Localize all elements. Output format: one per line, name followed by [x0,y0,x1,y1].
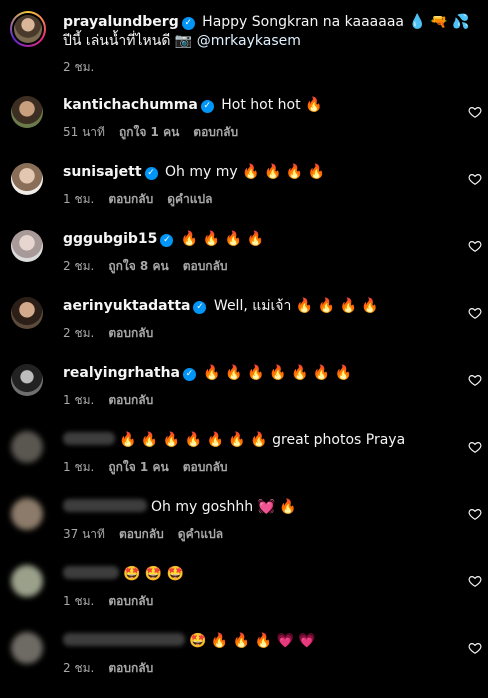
like-heart-icon[interactable] [468,440,482,454]
comment-row: 🤩 🤩 🤩 1 ชม. ตอบกลับ [0,565,488,631]
comment-time: 1 ชม. [63,192,95,206]
comment-text: 🔥 🔥 🔥 🔥 🔥 🔥 🔥 great photos Praya [119,432,406,448]
commenter-username[interactable]: gggubgib15 [63,231,157,247]
caption-mention[interactable]: @mrkaykasem [197,33,301,49]
reply-button[interactable]: ตอบกลับ [108,594,153,608]
comment-text: 🤩 🔥 🔥 🔥 💗 💗 [189,633,316,649]
see-translation-button[interactable]: ดูคำแปล [167,192,212,206]
comment-text: Well, แม่เจ้า 🔥 🔥 🔥 🔥 [209,298,379,314]
like-heart-icon[interactable] [468,574,482,588]
verified-badge-icon: ✓ [200,100,214,113]
reply-button[interactable]: ตอบกลับ [193,125,238,139]
reply-button[interactable]: ตอบกลับ [183,460,228,474]
reply-button[interactable]: ตอบกลับ [108,393,153,407]
comment-row: 🤩 🔥 🔥 🔥 💗 💗 2 ชม. ตอบกลับ [0,632,488,698]
like-heart-icon[interactable] [468,105,482,119]
commenter-avatar[interactable] [11,498,43,530]
caption-text: prayalundberg ✓ Happy Songkran na kaaaaaa… [63,13,473,51]
comment-body: gggubgib15 ✓ 🔥 🔥 🔥 🔥 [63,230,453,249]
like-heart-icon[interactable] [468,373,482,387]
caption-username[interactable]: prayalundberg [63,14,179,30]
commenter-avatar[interactable] [11,163,43,195]
commenter-avatar[interactable] [11,364,43,396]
comment-row: Oh my goshhh 💓 🔥 37 นาที ตอบกลับ ดูคำแปล [0,498,488,564]
comment-row: gggubgib15 ✓ 🔥 🔥 🔥 🔥 2 ชม. ถูกใจ 8 คน ตอบกลั… [0,230,488,296]
comment-time: 2 ชม. [63,326,95,340]
reply-button[interactable]: ตอบกลับ [108,192,153,206]
verified-badge-icon: ✓ [182,368,196,381]
reply-button[interactable]: ตอบกลับ [108,326,153,340]
comment-like-count[interactable]: ถูกใจ 1 คน [108,460,168,474]
like-heart-icon[interactable] [468,507,482,521]
comment-body: sunisajett ✓ Oh my my 🔥 🔥 🔥 🔥 [63,163,453,182]
commenter-username-blurred[interactable] [63,566,119,579]
commenter-username[interactable]: aerinyuktadatta [63,298,190,314]
commenter-username[interactable]: kantichachumma [63,97,198,113]
comment-text: 🔥 🔥 🔥 🔥 [176,231,264,247]
like-heart-icon[interactable] [468,172,482,186]
verified-badge-icon: ✓ [144,167,158,180]
comment-meta: 51 นาที ถูกใจ 1 คน ตอบกลับ [63,123,252,142]
comment-row: sunisajett ✓ Oh my my 🔥 🔥 🔥 🔥 1 ชม. ตอบกลับ… [0,163,488,229]
reply-button[interactable]: ตอบกลับ [183,259,228,273]
comment-row: kantichachumma ✓ Hot hot hot 🔥 51 นาที ถูกใ… [0,96,488,162]
commenter-username[interactable]: sunisajett [63,164,142,180]
caption-time: 2 ชม. [63,60,95,74]
comment-text: 🔥 🔥 🔥 🔥 🔥 🔥 🔥 [198,365,353,381]
comment-time: 1 ชม. [63,460,95,474]
comment-body: 🤩 🔥 🔥 🔥 💗 💗 [63,632,453,651]
verified-badge-icon: ✓ [160,234,174,247]
like-heart-icon[interactable] [468,641,482,655]
author-avatar[interactable] [10,11,46,47]
commenter-username-blurred[interactable] [63,633,185,646]
comment-text: Oh my my 🔥 🔥 🔥 🔥 [160,164,326,180]
comment-time: 1 ชม. [63,594,95,608]
comment-time: 1 ชม. [63,393,95,407]
comment-meta: 1 ชม. ตอบกลับ ดูคำแปล [63,190,226,209]
comment-body: 🤩 🤩 🤩 [63,565,453,584]
comment-body: Oh my goshhh 💓 🔥 [63,498,453,517]
comment-time: 37 นาที [63,527,105,541]
see-translation-button[interactable]: ดูคำแปล [178,527,223,541]
comment-body: realyingrhatha ✓ 🔥 🔥 🔥 🔥 🔥 🔥 🔥 [63,364,453,383]
post-caption: prayalundberg ✓ Happy Songkran na kaaaaaa… [0,0,488,88]
comment-text: Oh my goshhh 💓 🔥 [151,499,297,515]
like-heart-icon[interactable] [468,306,482,320]
comment-text: Hot hot hot 🔥 [216,97,323,113]
comment-text: 🤩 🤩 🤩 [123,566,185,582]
comment-meta: 2 ชม. ถูกใจ 8 คน ตอบกลับ [63,257,242,276]
commenter-avatar[interactable] [11,230,43,262]
commenter-username[interactable]: realyingrhatha [63,365,180,381]
reply-button[interactable]: ตอบกลับ [108,661,153,675]
comment-body: 🔥 🔥 🔥 🔥 🔥 🔥 🔥 great photos Praya [63,431,453,450]
comment-row: realyingrhatha ✓ 🔥 🔥 🔥 🔥 🔥 🔥 🔥 1 ชม. ตอบกลั… [0,364,488,430]
comment-like-count[interactable]: ถูกใจ 1 คน [119,125,179,139]
comment-meta: 2 ชม. ตอบกลับ [63,324,167,343]
reply-button[interactable]: ตอบกลับ [119,527,164,541]
comment-meta: 2 ชม. ตอบกลับ [63,659,167,678]
commenter-avatar[interactable] [11,297,43,329]
commenter-username-blurred[interactable] [63,432,115,445]
comment-body: aerinyuktadatta ✓ Well, แม่เจ้า 🔥 🔥 🔥 🔥 [63,297,453,316]
comment-time: 51 นาที [63,125,105,139]
comment-meta: 1 ชม. ตอบกลับ [63,592,167,611]
like-heart-icon[interactable] [468,239,482,253]
comment-meta: 37 นาที ตอบกลับ ดูคำแปล [63,525,237,544]
commenter-avatar[interactable] [11,565,43,597]
comment-meta: 1 ชม. ตอบกลับ [63,391,167,410]
comment-like-count[interactable]: ถูกใจ 8 คน [108,259,168,273]
comment-time: 2 ชม. [63,259,95,273]
comment-row: 🔥 🔥 🔥 🔥 🔥 🔥 🔥 great photos Praya 1 ชม. ถูก… [0,431,488,497]
commenter-username-blurred[interactable] [63,499,147,512]
verified-badge-icon: ✓ [193,301,207,314]
verified-badge-icon: ✓ [181,17,195,30]
commenter-avatar[interactable] [11,96,43,128]
comment-meta: 1 ชม. ถูกใจ 1 คน ตอบกลับ [63,458,242,477]
commenter-avatar[interactable] [11,431,43,463]
commenter-avatar[interactable] [11,632,43,664]
comment-row: aerinyuktadatta ✓ Well, แม่เจ้า 🔥 🔥 🔥 🔥 2 … [0,297,488,363]
comment-body: kantichachumma ✓ Hot hot hot 🔥 [63,96,453,115]
comment-time: 2 ชม. [63,661,95,675]
